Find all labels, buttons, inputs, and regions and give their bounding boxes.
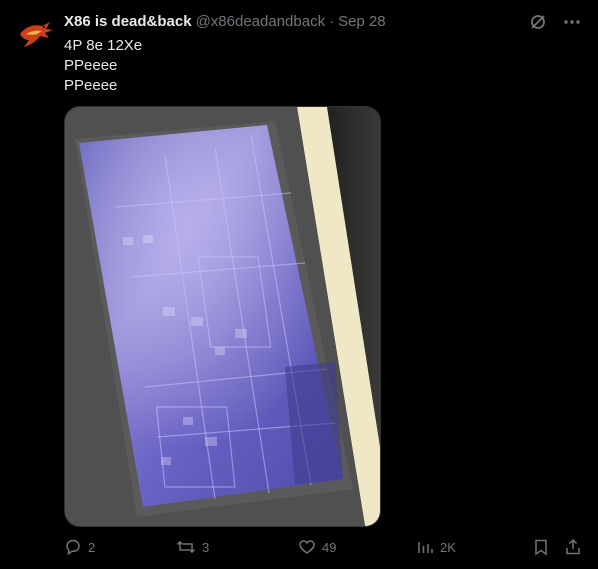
tweet-text-line: PPeeee bbox=[64, 77, 118, 94]
bookmark-icon bbox=[535, 539, 547, 556]
tweet-top-icons bbox=[528, 12, 582, 32]
views-button[interactable]: 2K bbox=[416, 536, 456, 558]
like-icon bbox=[299, 540, 315, 554]
tweet-text-line: PPeeee bbox=[64, 57, 118, 74]
tweet-text-line: 4P 8e 12Xe bbox=[64, 37, 143, 54]
eagle-avatar-icon bbox=[20, 22, 53, 47]
reply-count: 2 bbox=[88, 539, 96, 555]
repost-icon bbox=[176, 540, 196, 554]
avatar[interactable] bbox=[16, 14, 56, 54]
reply-button[interactable]: 2 bbox=[64, 536, 95, 558]
user-handle[interactable]: @x86deadandback bbox=[196, 12, 326, 32]
tweet-image[interactable] bbox=[64, 106, 381, 527]
chip-die-photo bbox=[65, 107, 380, 526]
tweet-header: X86 is dead&back @x86deadandback · Sep 2… bbox=[64, 12, 386, 32]
views-count: 2K bbox=[440, 539, 456, 555]
repost-count: 3 bbox=[202, 539, 210, 555]
tweet-date[interactable]: Sep 28 bbox=[338, 12, 386, 32]
tweet-text: 4P 8e 12Xe PPeeee PPeeee bbox=[64, 36, 574, 96]
tweet[interactable]: X86 is dead&back @x86deadandback · Sep 2… bbox=[0, 0, 598, 569]
grok-icon[interactable] bbox=[528, 12, 548, 32]
like-button[interactable]: 49 bbox=[298, 536, 336, 558]
share-icon bbox=[566, 538, 580, 555]
like-count: 49 bbox=[322, 539, 337, 555]
separator-dot: · bbox=[329, 13, 335, 30]
share-button[interactable] bbox=[564, 536, 582, 558]
bookmark-button[interactable] bbox=[532, 536, 550, 558]
display-name[interactable]: X86 is dead&back bbox=[64, 12, 192, 32]
reply-icon bbox=[66, 539, 80, 556]
more-icon[interactable] bbox=[562, 12, 582, 32]
action-bar: 2 3 49 2K bbox=[64, 536, 584, 558]
views-icon bbox=[418, 542, 433, 553]
repost-button[interactable]: 3 bbox=[176, 536, 209, 558]
